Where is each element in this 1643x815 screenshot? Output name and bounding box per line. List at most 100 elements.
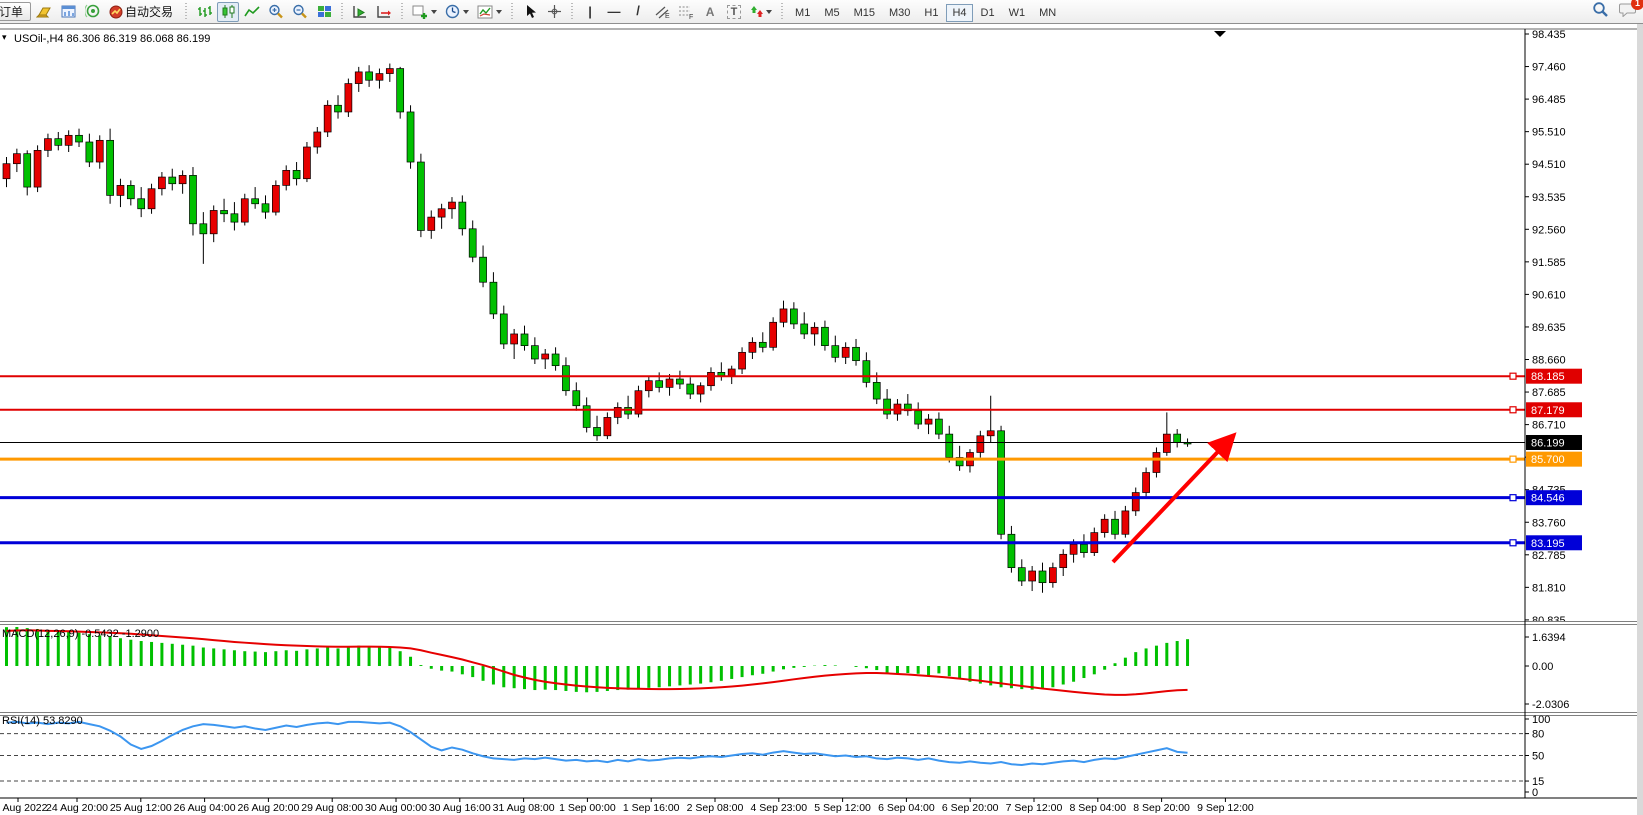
time-axis[interactable]: 24 Aug 202224 Aug 20:0025 Aug 12:0026 Au… (0, 798, 1254, 814)
svg-text:30 Aug 00:00: 30 Aug 00:00 (365, 802, 427, 814)
toolbar-grip (778, 3, 786, 21)
timeframe-m1[interactable]: M1 (789, 4, 816, 22)
toolbar-grip (182, 3, 190, 21)
candles-layer (3, 64, 1191, 593)
svg-text:97.460: 97.460 (1532, 62, 1566, 74)
svg-text:F: F (689, 14, 693, 19)
svg-text:94.510: 94.510 (1532, 159, 1566, 171)
svg-text:87.179: 87.179 (1531, 405, 1565, 417)
svg-text:8 Sep 20:00: 8 Sep 20:00 (1133, 802, 1190, 814)
svg-text:E: E (665, 13, 670, 19)
line-chart-icon (244, 5, 260, 19)
search-button[interactable] (1592, 1, 1609, 23)
periods-dropdown[interactable] (442, 2, 472, 22)
new-chart-icon (412, 5, 428, 19)
terminal-window: 订单 自动交易 (0, 0, 1643, 815)
macd-panel-separator[interactable] (0, 621, 1643, 625)
crosshair-icon (547, 4, 562, 19)
zoom-in-icon (268, 4, 284, 19)
fibonacci-icon: F (678, 5, 694, 19)
svg-text:80: 80 (1532, 729, 1544, 741)
svg-text:86.199: 86.199 (1531, 437, 1565, 449)
svg-text:29 Aug 08:00: 29 Aug 08:00 (301, 802, 363, 814)
svg-text:9 Sep 12:00: 9 Sep 12:00 (1197, 802, 1254, 814)
toolbar-grip (338, 3, 346, 21)
horizontal-line-tool[interactable]: — (603, 2, 625, 22)
svg-text:100: 100 (1532, 714, 1550, 726)
vertical-line-tool[interactable]: | (579, 2, 601, 22)
svg-text:83.760: 83.760 (1532, 517, 1566, 529)
svg-text:95.510: 95.510 (1532, 127, 1566, 139)
gold-bar-icon (36, 5, 53, 19)
svg-text:98.435: 98.435 (1532, 29, 1566, 41)
svg-text:90.610: 90.610 (1532, 289, 1566, 301)
svg-text:87.685: 87.685 (1532, 387, 1566, 399)
zoom-in-button[interactable] (265, 2, 287, 22)
market-watch-button[interactable] (58, 2, 80, 22)
cursor-tool-button[interactable] (519, 2, 541, 22)
line-chart-mode-button[interactable] (241, 2, 263, 22)
chart-shift-icon (376, 5, 392, 19)
autotrade-label: 自动交易 (125, 3, 173, 20)
indicators-icon (477, 5, 493, 19)
svg-text:8 Sep 04:00: 8 Sep 04:00 (1069, 802, 1126, 814)
svg-text:80.835: 80.835 (1532, 615, 1566, 627)
timeframe-mn[interactable]: MN (1033, 4, 1062, 22)
zoom-out-button[interactable] (289, 2, 311, 22)
chart-shift-button[interactable] (373, 2, 395, 22)
arrows-objects-dropdown[interactable] (747, 2, 775, 22)
svg-text:85.700: 85.700 (1531, 454, 1565, 466)
current-price-line[interactable]: 86.199 (0, 435, 1582, 450)
hline-85.700[interactable]: 85.700 (0, 452, 1582, 467)
orders-button[interactable]: 订单 (0, 2, 31, 21)
svg-text:1.6394: 1.6394 (1532, 632, 1566, 644)
candlestick-chart[interactable]: 98.43597.46096.48595.51094.51093.53592.5… (0, 23, 1643, 815)
svg-text:2 Sep 08:00: 2 Sep 08:00 (687, 802, 744, 814)
crosshair-tool-button[interactable] (543, 2, 565, 22)
toolbar: 订单 自动交易 (0, 0, 1643, 24)
text-tool[interactable]: A (699, 2, 721, 22)
signal-icon (85, 4, 101, 19)
svg-text:4 Sep 23:00: 4 Sep 23:00 (750, 802, 807, 814)
toolbar-grip (398, 3, 406, 21)
notifications-button[interactable]: 1 (1619, 2, 1637, 22)
timeframe-m30[interactable]: M30 (883, 4, 916, 22)
text-label-tool[interactable]: T (723, 2, 745, 22)
svg-text:82.785: 82.785 (1532, 550, 1566, 562)
chevron-down-icon (496, 10, 502, 14)
svg-text:81.810: 81.810 (1532, 582, 1566, 594)
chart-shift-marker (1214, 31, 1226, 37)
hline-87.179[interactable]: 87.179 (0, 402, 1582, 417)
signals-button[interactable] (82, 2, 104, 22)
svg-text:26 Aug 04:00: 26 Aug 04:00 (174, 802, 236, 814)
rsi-line (7, 722, 1188, 765)
svg-text:96.485: 96.485 (1532, 94, 1566, 106)
indicators-dropdown[interactable] (474, 2, 505, 22)
timeframe-h1[interactable]: H1 (918, 4, 944, 22)
timeframe-w1[interactable]: W1 (1003, 4, 1032, 22)
hline-88.185[interactable]: 88.185 (0, 369, 1582, 384)
hline-83.195[interactable]: 83.195 (0, 535, 1582, 550)
timeframe-d1[interactable]: D1 (975, 4, 1001, 22)
new-order-button[interactable] (33, 2, 56, 22)
svg-text:86.710: 86.710 (1532, 420, 1566, 432)
bar-chart-mode-button[interactable] (193, 2, 215, 22)
symbol-dropdown-caret[interactable]: ▾ (2, 32, 7, 43)
hline-84.546[interactable]: 84.546 (0, 490, 1582, 505)
timeframe-m5[interactable]: M5 (818, 4, 845, 22)
candlestick-mode-button[interactable] (217, 2, 239, 22)
svg-text:50: 50 (1532, 751, 1544, 763)
new-chart-dropdown[interactable] (409, 2, 440, 22)
trendline-tool[interactable]: / (627, 2, 649, 22)
toolbar-grip (508, 3, 516, 21)
timeframe-m15[interactable]: M15 (848, 4, 881, 22)
tile-windows-button[interactable] (313, 2, 335, 22)
fibonacci-tool[interactable]: F (675, 2, 697, 22)
autotrade-button[interactable]: 自动交易 (106, 2, 179, 22)
channel-tool[interactable]: E (651, 2, 673, 22)
rsi-panel-separator[interactable] (0, 712, 1643, 716)
timeframe-h4[interactable]: H4 (946, 4, 972, 22)
svg-text:6 Sep 20:00: 6 Sep 20:00 (942, 802, 999, 814)
svg-text:1 Sep 16:00: 1 Sep 16:00 (623, 802, 680, 814)
auto-scroll-button[interactable] (349, 2, 371, 22)
